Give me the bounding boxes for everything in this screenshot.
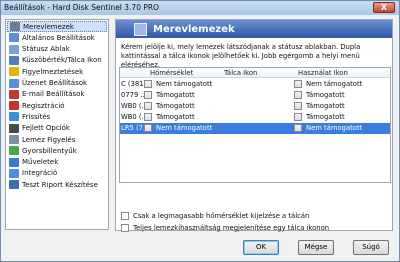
sidebar-item[interactable]: Státusz Ablak	[7, 44, 107, 55]
usage-checkbox[interactable]	[294, 91, 302, 99]
sidebar-item[interactable]: Regisztráció	[7, 100, 107, 111]
report-icon	[9, 180, 19, 190]
usage-status: Nem támogatott	[306, 124, 363, 132]
column-temperature[interactable]: Hőmérséklet	[150, 69, 193, 77]
advanced-icon	[9, 123, 19, 133]
integration-icon	[9, 168, 19, 178]
sidebar-item[interactable]: Küszöbérték/Tálca Ikon	[7, 55, 107, 66]
total-usage-checkbox[interactable]	[121, 224, 129, 232]
max-temp-checkbox[interactable]	[121, 212, 129, 220]
close-button[interactable]: X	[373, 2, 395, 13]
update-icon	[9, 112, 19, 122]
sidebar-item-label: Gyorsbillentyűk	[22, 146, 77, 155]
window-title: Beállítások - Hard Disk Sentinel 3.70 PR…	[4, 3, 159, 12]
usage-checkbox[interactable]	[294, 80, 302, 88]
settings-icon	[9, 33, 19, 43]
sidebar-item-label: Integráció	[22, 169, 58, 178]
email-icon	[9, 89, 19, 99]
sidebar-item[interactable]: Fejlett Opciók	[7, 123, 107, 134]
table-row[interactable]: C (381... Nem támogatott Nem támogatott	[120, 79, 390, 90]
option-max-temp[interactable]: Csak a legmagasabb hőmérséklet kijelzése…	[121, 212, 309, 220]
sidebar-item-label: Fejlett Opciók	[22, 124, 70, 133]
temp-status: Nem támogatott	[156, 124, 213, 132]
hdd-icon	[10, 22, 20, 31]
sidebar-item-label: E-mail Beállítások	[22, 90, 85, 99]
usage-status: Nem támogatott	[306, 80, 363, 88]
settings-panel: Merevlemezek Kérem jelölje ki, mely leme…	[115, 19, 393, 232]
panel-title: Merevlemezek	[153, 23, 235, 35]
usage-checkbox[interactable]	[294, 102, 302, 110]
sidebar-item[interactable]: Merevlemezek	[7, 21, 107, 32]
temp-status: Támogatott	[156, 91, 195, 99]
sidebar-item-label: Merevlemezek	[23, 22, 74, 31]
window-icon	[9, 44, 19, 54]
table-row[interactable]: WB0 (... Támogatott Támogatott	[120, 101, 390, 112]
temp-status: Nem támogatott	[156, 80, 213, 88]
hdd-icon	[134, 22, 147, 36]
sidebar: Merevlemezek Általános Beállítások Státusz…	[5, 19, 109, 230]
temp-checkbox[interactable]	[144, 102, 152, 110]
sidebar-item[interactable]: Lemez Figyelés	[7, 134, 107, 145]
sidebar-item-label: Műveletek	[22, 158, 59, 167]
sidebar-item[interactable]: Figyelmeztetések	[7, 66, 107, 77]
disk-list[interactable]: Hőmérséklet Tálca Ikon Használat Ikon C …	[119, 67, 391, 183]
disk-monitor-icon	[9, 135, 19, 144]
table-row[interactable]: LR5 (7... Nem támogatott Nem támogatott	[120, 123, 390, 134]
sidebar-item[interactable]: Gyorsbillentyűk	[7, 145, 107, 156]
sidebar-item-label: Figyelmeztetések	[22, 67, 84, 76]
sidebar-item[interactable]: E-mail Beállítások	[7, 89, 107, 100]
table-row[interactable]: 0779 ... Támogatott Támogatott	[120, 90, 390, 101]
sidebar-item-label: Üzenet Beállítások	[22, 79, 88, 87]
sidebar-item-label: Lemez Figyelés	[22, 135, 76, 144]
column-usage-icon[interactable]: Használat Ikon	[298, 69, 348, 77]
option-total-usage[interactable]: Teljes lemezkihasználtság megjelenítése …	[121, 224, 329, 232]
panel-header: Merevlemezek	[116, 20, 392, 38]
ok-button[interactable]: OK	[243, 240, 279, 255]
temp-checkbox[interactable]	[144, 80, 152, 88]
sidebar-item[interactable]: Műveletek	[7, 157, 107, 168]
hotkey-icon	[9, 146, 19, 156]
column-tray-icon[interactable]: Tálca Ikon	[224, 69, 257, 77]
sidebar-item-label: Általános Beállítások	[22, 33, 95, 42]
usage-status: Támogatott	[306, 113, 345, 121]
option-max-temp-label: Csak a legmagasabb hőmérséklet kijelzése…	[133, 212, 310, 220]
sidebar-item[interactable]: Teszt Riport Készítése	[7, 179, 107, 190]
temp-status: Támogatott	[156, 102, 195, 110]
sidebar-item-label: Státusz Ablak	[22, 45, 70, 54]
panel-description: Kérem jelölje ki, mely lemezek látszódja…	[121, 43, 361, 69]
usage-status: Támogatott	[306, 91, 345, 99]
sidebar-item-label: Regisztráció	[22, 101, 65, 110]
option-total-usage-label: Teljes lemezkihasználtság megjelenítése …	[133, 224, 330, 232]
taskbar-icon	[9, 55, 19, 65]
sidebar-item-label: Teszt Riport Készítése	[22, 180, 98, 189]
sidebar-item[interactable]: Üzenet Beállítások	[7, 78, 107, 89]
message-icon	[9, 78, 19, 88]
usage-status: Támogatott	[306, 102, 345, 110]
temp-checkbox[interactable]	[144, 113, 152, 121]
table-row[interactable]: WB0 (... Támogatott Támogatott	[120, 112, 390, 123]
sidebar-item[interactable]: Integráció	[7, 168, 107, 179]
sidebar-item-label: Küszöbérték/Tálca Ikon	[22, 56, 102, 65]
temp-checkbox[interactable]	[144, 91, 152, 99]
help-button[interactable]: Súgó	[353, 240, 389, 255]
title-bar[interactable]: Beállítások - Hard Disk Sentinel 3.70 PR…	[1, 1, 399, 15]
warning-icon	[9, 67, 19, 77]
sidebar-item[interactable]: Általános Beállítások	[7, 32, 107, 43]
usage-checkbox[interactable]	[294, 113, 302, 121]
content-area: Merevlemezek Általános Beállítások Státusz…	[3, 17, 397, 261]
settings-window: Beállítások - Hard Disk Sentinel 3.70 PR…	[0, 0, 400, 262]
registration-icon	[9, 101, 19, 111]
temp-checkbox[interactable]	[144, 124, 152, 132]
temp-status: Támogatott	[156, 113, 195, 121]
actions-icon	[9, 157, 19, 167]
list-header: Hőmérséklet Tálca Ikon Használat Ikon	[120, 68, 390, 78]
cancel-button[interactable]: Mégse	[298, 240, 334, 255]
sidebar-item[interactable]: Frissítés	[7, 111, 107, 122]
usage-checkbox[interactable]	[294, 124, 302, 132]
sidebar-item-label: Frissítés	[22, 112, 51, 121]
close-icon: X	[380, 3, 388, 12]
